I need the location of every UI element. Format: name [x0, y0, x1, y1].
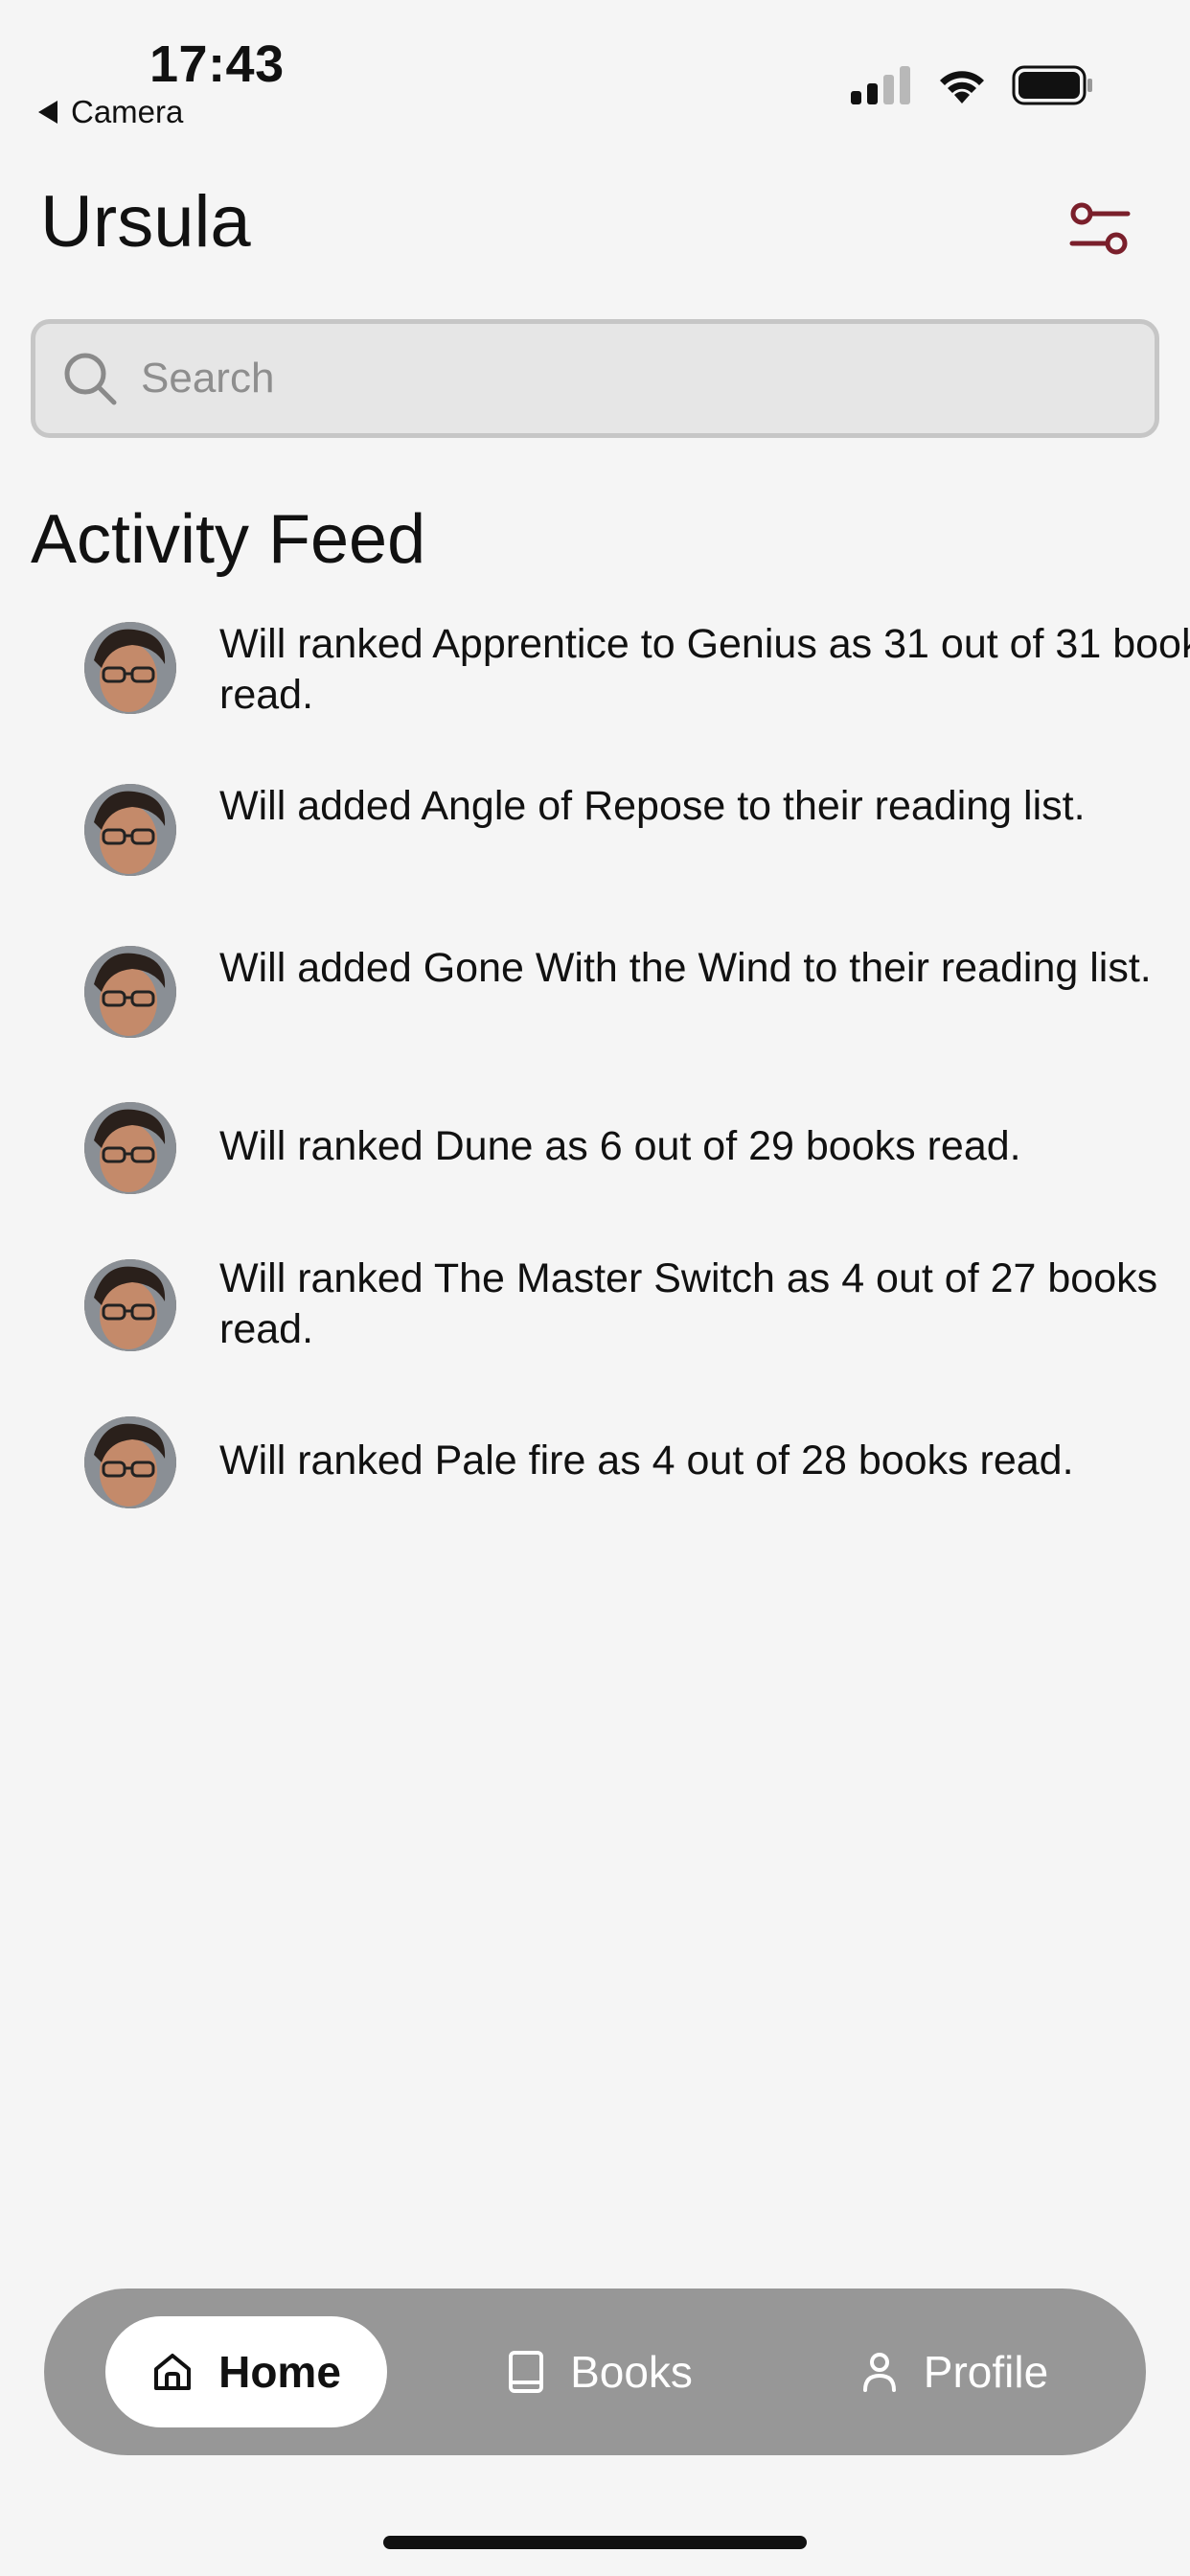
search-input[interactable]	[141, 355, 1099, 402]
battery-icon	[1012, 65, 1092, 105]
avatar	[84, 1416, 176, 1508]
status-time: 17:43	[149, 35, 285, 93]
search-icon	[64, 353, 117, 405]
home-icon	[154, 2354, 192, 2390]
page-title: Ursula	[40, 181, 251, 263]
home-indicator	[383, 2536, 807, 2549]
feed-item-text: Will added Gone With the Wind to their r…	[219, 945, 1152, 991]
tab-books[interactable]: Books	[456, 2316, 744, 2427]
filter-button[interactable]	[1065, 197, 1134, 261]
avatar	[84, 1259, 176, 1351]
avatar-image	[84, 1416, 176, 1508]
avatar	[84, 1102, 176, 1194]
tab-home[interactable]: Home	[105, 2316, 387, 2427]
tab-bar: Home Books Profile	[44, 2288, 1146, 2455]
screen: 17:43 Camera Ursula Search Activity Feed…	[0, 0, 1190, 2576]
status-icons	[851, 65, 1094, 105]
feed-item-text: Will ranked The Master Switch as 4 out o…	[219, 1255, 1158, 1352]
back-arrow-icon	[38, 101, 57, 124]
back-to-camera-button[interactable]: Camera	[38, 94, 183, 130]
tab-home-label: Home	[218, 2347, 341, 2397]
avatar-image	[84, 946, 176, 1038]
avatar-image	[84, 622, 176, 714]
feed-item-text: Will ranked Dune as 6 out of 29 books re…	[219, 1123, 1021, 1169]
feed-item-text: Will ranked Pale fire as 4 out of 28 boo…	[219, 1438, 1074, 1484]
avatar	[84, 946, 176, 1038]
book-icon	[509, 2351, 544, 2393]
avatar-image	[84, 1259, 176, 1351]
wifi-icon	[940, 71, 984, 104]
person-icon	[862, 2353, 896, 2392]
tab-books-label: Books	[570, 2347, 693, 2397]
feed-item-text: Will added Angle of Repose to their read…	[219, 783, 1086, 829]
avatar-image	[84, 1102, 176, 1194]
search-bar[interactable]	[31, 319, 1159, 438]
tab-profile-label: Profile	[923, 2347, 1049, 2397]
feed-item-text: Will ranked Apprentice to Genius as 31 o…	[219, 621, 1190, 718]
avatar	[84, 622, 176, 714]
cellular-signal-icon	[851, 66, 910, 104]
tab-profile[interactable]: Profile	[811, 2316, 1098, 2427]
back-label: Camera	[71, 94, 184, 129]
avatar-image	[84, 784, 176, 876]
sliders-icon	[1069, 202, 1131, 255]
feed-title: Activity Feed	[31, 501, 426, 578]
avatar	[84, 784, 176, 876]
